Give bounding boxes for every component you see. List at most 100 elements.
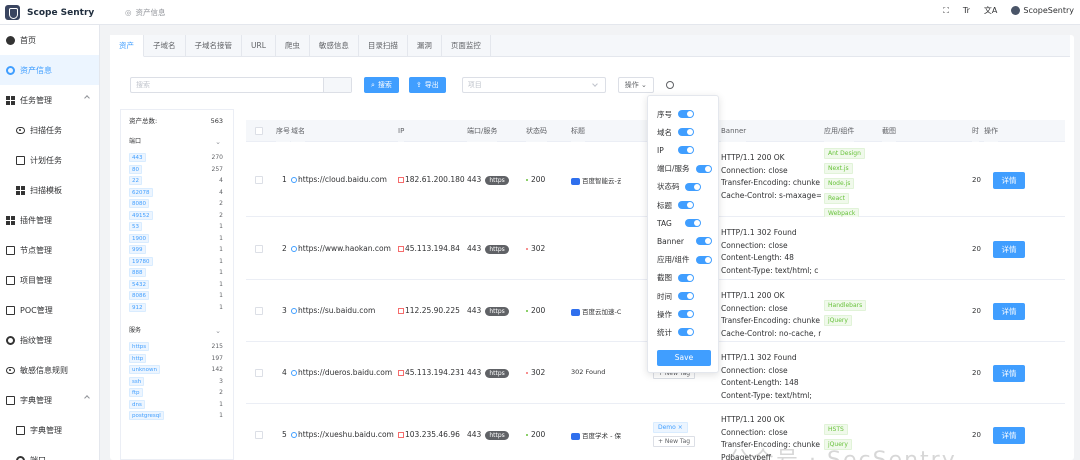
avatar (1011, 6, 1021, 15)
service-value: dns (129, 399, 145, 409)
column-toggle-label: 序号 (657, 109, 672, 119)
save-button[interactable]: Save (657, 350, 711, 366)
port-filter-item[interactable]: 1900 1 (121, 233, 233, 245)
tab-0[interactable]: 资产 (110, 35, 144, 57)
column-toggle-switch[interactable] (696, 237, 712, 246)
sidebar-item-label: 扫描任务 (30, 125, 62, 135)
service-filter-item[interactable]: dns 1 (121, 399, 233, 411)
breadcrumb-current: 资产信息 (135, 8, 166, 17)
column-toggle-label: 状态码 (657, 182, 680, 192)
tab-7[interactable]: 漏洞 (408, 35, 442, 57)
operation-label: 操作 (624, 81, 639, 89)
port-section-header[interactable]: 端口 ⌄ (121, 132, 233, 152)
tab-8[interactable]: 页面监控 (442, 35, 491, 57)
translate-icon[interactable]: 文A (984, 5, 997, 16)
breadcrumb: ◎ 资产信息 (125, 7, 166, 18)
tab-1[interactable]: 子域名 (144, 35, 186, 57)
port-filter-item[interactable]: 19780 1 (121, 256, 233, 268)
port-value: 999 (129, 245, 146, 254)
column-toggle-row: 操作 (657, 309, 672, 319)
port-value: 62078 (129, 187, 153, 197)
gear-icon[interactable] (665, 81, 674, 89)
service-filter-item[interactable]: ftp 2 (121, 387, 233, 399)
search-button-label: 搜索 (377, 81, 392, 89)
column-toggle-switch[interactable] (678, 328, 694, 337)
sidebar-item-6[interactable]: 插件管理 (0, 205, 99, 235)
port-count: 2 (219, 200, 223, 207)
service-filter-item[interactable]: postgresql 1 (121, 410, 233, 422)
user-menu[interactable]: ScopeSentry (1011, 6, 1074, 15)
tab-4[interactable]: 爬虫 (276, 35, 310, 57)
sidebar-item-1[interactable]: 资产信息 (0, 55, 99, 85)
port-filter-item[interactable]: 999 1 (121, 244, 233, 256)
sidebar-item-3[interactable]: 扫描任务 (0, 115, 99, 145)
sidebar-item-7[interactable]: 节点管理 (0, 235, 99, 265)
toolbar: 搜索 ⌕ 搜索 ⇪ 导出 项目 操作 ⌄ (130, 77, 674, 93)
sidebar-item-8[interactable]: 项目管理 (0, 265, 99, 295)
column-toggle-switch[interactable] (678, 201, 694, 209)
port-filter-item[interactable]: 888 1 (121, 267, 233, 279)
port-filter-item[interactable]: 80 257 (121, 164, 233, 176)
service-section-header[interactable]: 服务 ⌄ (121, 321, 233, 341)
port-count: 1 (219, 303, 223, 311)
column-toggle-switch[interactable] (678, 110, 694, 118)
sidebar-item-9[interactable]: POC管理 (0, 295, 99, 325)
column-settings-popover: 序号 域名 IP 端口/服务 状态码 标题 TAG Banner 应用/组件 截图 时间 操作 统计 Sa… (647, 95, 719, 373)
service-filter-item[interactable]: http 197 (121, 353, 233, 365)
export-button[interactable]: ⇪ 导出 (408, 77, 446, 93)
tab-6[interactable]: 目录扫描 (359, 35, 408, 57)
column-toggle-switch[interactable] (696, 255, 712, 264)
service-count: 1 (219, 412, 223, 419)
port-filter-item[interactable]: 62078 4 (121, 187, 233, 199)
service-value: ssh (129, 376, 145, 386)
tab-2[interactable]: 子域名接管 (186, 35, 242, 57)
fullscreen-icon[interactable]: ⛶ (943, 6, 949, 16)
app-logo[interactable]: Scope Sentry (0, 0, 100, 25)
service-value: http (129, 353, 147, 363)
port-value: 80 (129, 164, 142, 174)
sidebar-item-2[interactable]: 任务管理 (0, 85, 99, 115)
port-count: 1 (219, 292, 223, 299)
sidebar-item-12[interactable]: 字典管理 (0, 385, 99, 415)
search-icon: ⌕ (371, 81, 375, 89)
sidebar-item-14[interactable]: 端口 (0, 445, 99, 460)
sidebar-item-11[interactable]: 敏感信息规则 (0, 355, 99, 385)
column-toggle-switch[interactable] (678, 273, 694, 282)
port-filter-item[interactable]: 443 270 (121, 152, 233, 164)
port-filter-item[interactable]: 8086 1 (121, 290, 233, 302)
sidebar-item-0[interactable]: 首页 (0, 25, 99, 55)
search-input[interactable]: 搜索 (130, 77, 352, 93)
tab-3[interactable]: URL (242, 35, 276, 57)
sidebar-item-10[interactable]: 指纹管理 (0, 325, 99, 355)
search-button[interactable]: ⌕ 搜索 (364, 77, 399, 93)
column-toggle-label: 标题 (657, 200, 672, 210)
column-toggle-switch[interactable] (678, 128, 694, 137)
project-select[interactable]: 项目 (461, 77, 606, 93)
sidebar-item-5[interactable]: 扫描模板 (0, 175, 99, 205)
column-toggle-switch[interactable] (678, 292, 694, 300)
port-filter-item[interactable]: 22 4 (121, 175, 233, 187)
tab-5[interactable]: 敏感信息 (310, 35, 359, 57)
port-filter-item[interactable]: 8080 2 (121, 198, 233, 210)
service-value: ftp (129, 388, 143, 397)
sidebar-item-label: POC管理 (20, 305, 53, 315)
column-toggle-switch[interactable] (678, 310, 694, 319)
operation-dropdown[interactable]: 操作 ⌄ (617, 77, 654, 93)
column-toggle-row: 序号 (657, 109, 672, 119)
service-filter-item[interactable]: ssh 3 (121, 376, 233, 388)
port-filter-item[interactable]: 49152 2 (121, 210, 233, 222)
column-toggle-switch[interactable] (684, 182, 701, 191)
sidebar-item-13[interactable]: 字典管理 (0, 415, 99, 445)
service-value: unknown (129, 365, 160, 374)
port-filter-item[interactable]: 53 1 (121, 221, 233, 233)
port-filter-item[interactable]: 5432 1 (121, 279, 233, 291)
service-filter-item[interactable]: unknown 142 (121, 364, 233, 376)
poc-icon (6, 305, 15, 315)
column-toggle-switch[interactable] (696, 164, 712, 173)
column-toggle-switch[interactable] (678, 146, 694, 155)
service-filter-item[interactable]: https 215 (121, 341, 233, 353)
font-size-icon[interactable]: Tr (963, 6, 970, 15)
column-toggle-switch[interactable] (684, 219, 701, 228)
port-filter-item[interactable]: 912 1 (121, 302, 233, 314)
sidebar-item-4[interactable]: 计划任务 (0, 145, 99, 175)
